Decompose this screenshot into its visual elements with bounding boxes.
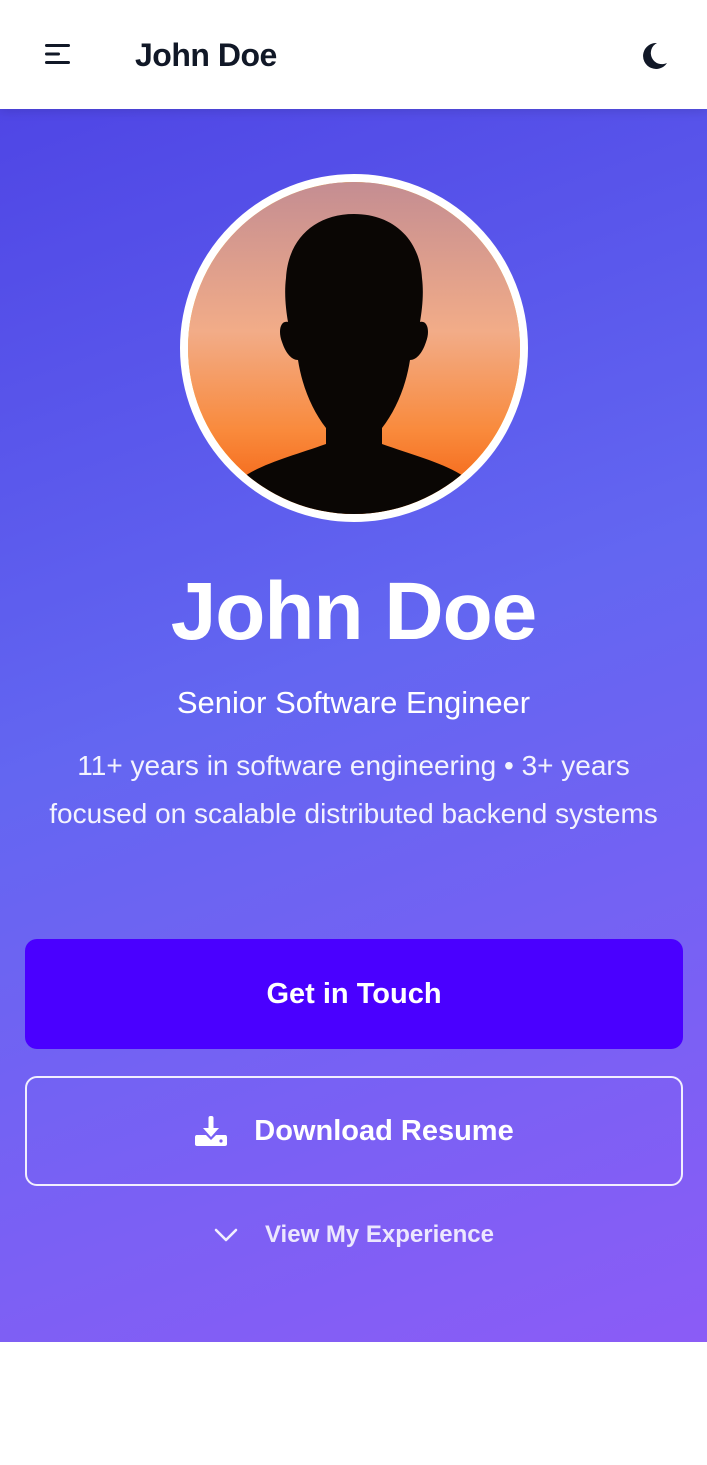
- view-experience-label: View My Experience: [264, 1221, 494, 1248]
- download-icon: [194, 1114, 228, 1148]
- chevron-down-icon: [213, 1222, 239, 1248]
- hero-name: John Doe: [170, 566, 538, 657]
- brand-title[interactable]: John Doe: [135, 33, 277, 77]
- moon-icon: [643, 42, 667, 69]
- hero-section: John Doe Senior Software Engineer 11+ ye…: [0, 109, 707, 1342]
- download-resume-label: Download Resume: [254, 1114, 514, 1147]
- menu-button[interactable]: [32, 28, 84, 80]
- profile-avatar: [180, 174, 528, 522]
- profile-photo: [188, 182, 520, 514]
- view-experience-link[interactable]: View My Experience: [0, 1221, 707, 1249]
- get-in-touch-label: Get in Touch: [266, 977, 442, 1010]
- hero-role: Senior Software Engineer: [176, 685, 531, 720]
- top-navbar: John Doe: [0, 0, 707, 109]
- get-in-touch-button[interactable]: Get in Touch: [25, 939, 683, 1049]
- download-resume-button[interactable]: Download Resume: [25, 1076, 683, 1186]
- hero-summary: 11+ years in software engineering • 3+ y…: [49, 750, 658, 829]
- theme-toggle-button[interactable]: [628, 30, 680, 82]
- menu-icon: [45, 44, 70, 64]
